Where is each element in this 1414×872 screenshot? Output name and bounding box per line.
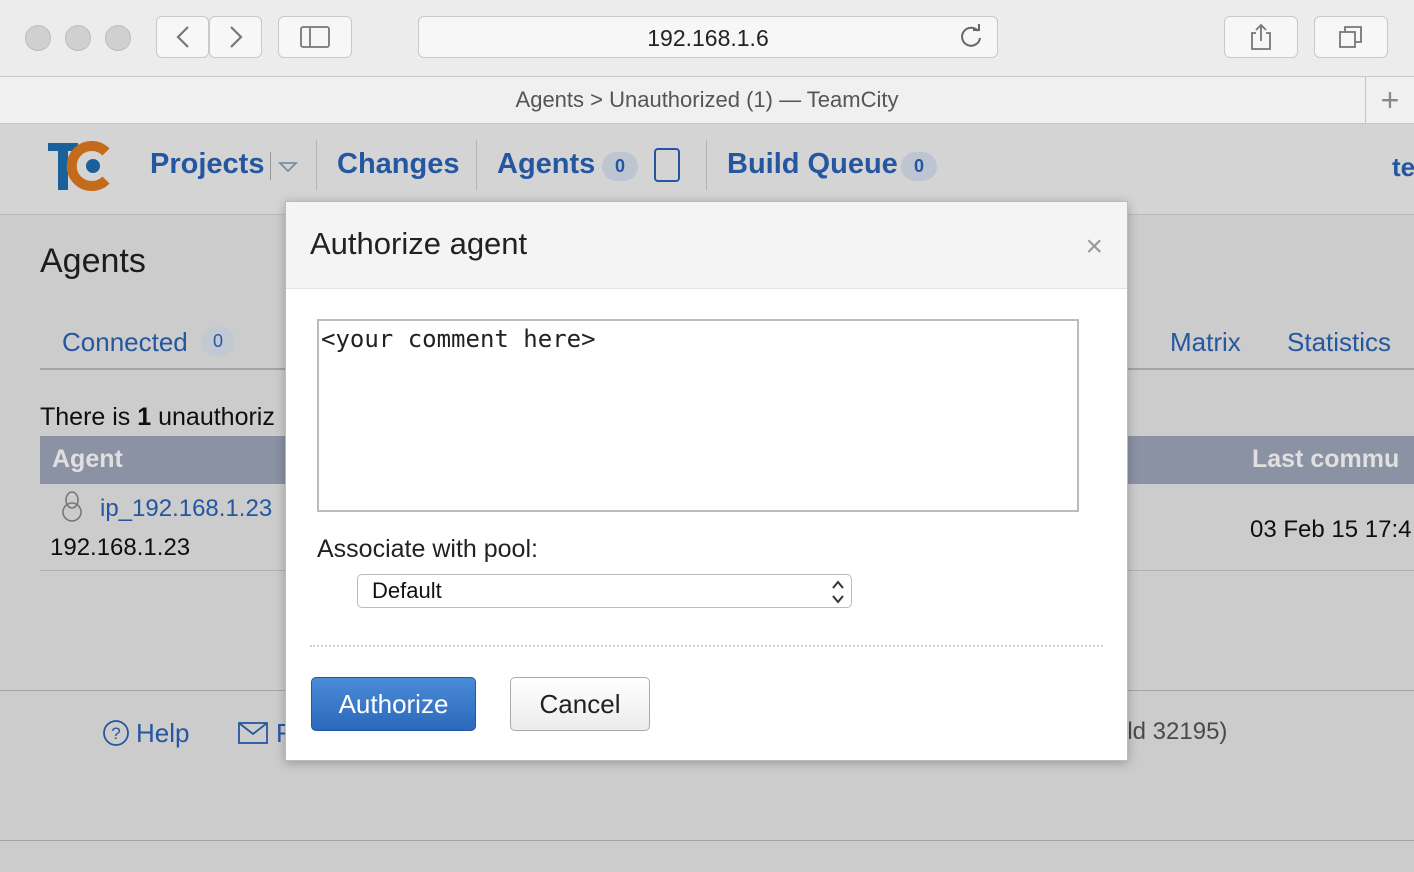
plus-icon: + — [1380, 81, 1400, 118]
cancel-button[interactable]: Cancel — [510, 677, 650, 731]
chevron-left-icon — [175, 26, 189, 48]
close-icon[interactable]: × — [1085, 230, 1103, 264]
address-bar[interactable]: 192.168.1.6 — [418, 16, 998, 58]
dialog-header: Authorize agent × — [286, 202, 1127, 289]
forward-button[interactable] — [209, 16, 262, 58]
new-tab-button[interactable]: + — [1365, 77, 1414, 123]
authorize-button[interactable]: Authorize — [311, 677, 476, 731]
close-window-button[interactable] — [25, 25, 51, 51]
active-tab-title[interactable]: Agents > Unauthorized (1) — TeamCity — [516, 87, 899, 112]
zoom-window-button[interactable] — [105, 25, 131, 51]
sidebar-icon — [300, 26, 330, 48]
tabs-overview-button[interactable] — [1314, 16, 1388, 58]
dialog-divider — [310, 645, 1103, 647]
back-button[interactable] — [156, 16, 209, 58]
share-button[interactable] — [1224, 16, 1298, 58]
pool-select[interactable]: Default — [357, 574, 852, 608]
share-icon — [1251, 23, 1271, 50]
dialog-title: Authorize agent — [310, 226, 528, 261]
comment-textarea[interactable]: <your comment here> — [317, 319, 1079, 512]
select-arrows-icon — [831, 575, 845, 610]
reload-icon[interactable] — [958, 24, 984, 55]
url-text: 192.168.1.6 — [647, 25, 769, 51]
tabs-icon — [1339, 26, 1362, 48]
pool-label: Associate with pool: — [317, 535, 538, 563]
chevron-right-icon — [229, 26, 243, 48]
pool-selected-value: Default — [372, 578, 442, 603]
authorize-agent-dialog: Authorize agent × <your comment here> As… — [285, 201, 1128, 761]
tab-bar: Agents > Unauthorized (1) — TeamCity — [0, 77, 1414, 124]
minimize-window-button[interactable] — [65, 25, 91, 51]
sidebar-toggle-button[interactable] — [278, 16, 352, 58]
